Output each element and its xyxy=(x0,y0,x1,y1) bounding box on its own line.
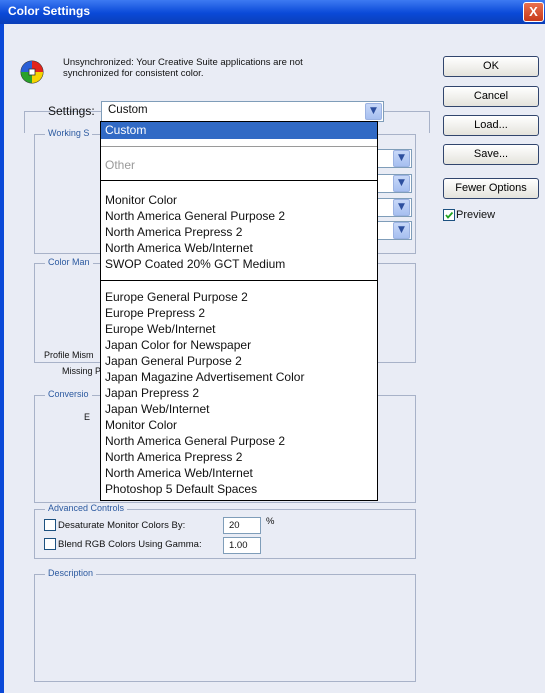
option-na-web-internet[interactable]: North America Web/Internet xyxy=(105,240,253,256)
sync-warning-line-2: synchronized for consistent color. xyxy=(63,68,204,79)
settings-label: Settings: xyxy=(48,104,95,118)
description-legend: Description xyxy=(45,568,97,578)
engine-label: E xyxy=(84,412,91,422)
option-japan-color-newspaper[interactable]: Japan Color for Newspaper xyxy=(105,337,251,353)
blend-gamma-input[interactable]: 1.00 xyxy=(223,537,261,554)
preview-label: Preview xyxy=(456,209,496,221)
ok-button[interactable]: OK xyxy=(443,56,539,77)
chevron-down-icon[interactable]: ▼ xyxy=(393,222,410,239)
color-settings-dialog: Color Settings X Unsynchronized: Your Cr… xyxy=(0,0,545,693)
option-monitor-color-2[interactable]: Monitor Color xyxy=(105,417,177,433)
dropdown-divider xyxy=(101,280,377,281)
option-japan-general-purpose-2[interactable]: Japan General Purpose 2 xyxy=(105,353,242,369)
description-group: Description xyxy=(34,568,416,682)
option-na-general-purpose-2[interactable]: North America General Purpose 2 xyxy=(105,208,285,224)
load-button[interactable]: Load... xyxy=(443,115,539,136)
option-other[interactable]: Other xyxy=(105,157,135,173)
desaturate-label: Desaturate Monitor Colors By: xyxy=(58,520,186,531)
chevron-down-icon[interactable]: ▼ xyxy=(393,199,410,216)
sync-warning-line-1: Unsynchronized: Your Creative Suite appl… xyxy=(63,57,303,68)
option-na-web-internet-b[interactable]: North America Web/Internet xyxy=(105,465,253,481)
desaturate-amount-input[interactable]: 20 xyxy=(223,517,261,534)
settings-dropdown[interactable]: Custom ▼ xyxy=(101,101,384,122)
advanced-controls-legend: Advanced Controls xyxy=(45,503,128,513)
desaturate-checkbox[interactable] xyxy=(44,519,56,531)
blend-gamma-label: Blend RGB Colors Using Gamma: xyxy=(58,539,202,550)
option-custom[interactable]: Custom xyxy=(105,122,146,138)
option-japan-web-internet[interactable]: Japan Web/Internet xyxy=(105,401,210,417)
option-europe-prepress-2[interactable]: Europe Prepress 2 xyxy=(105,305,205,321)
chevron-down-icon[interactable]: ▼ xyxy=(393,150,410,167)
option-na-general-purpose-2-b[interactable]: North America General Purpose 2 xyxy=(105,433,285,449)
cancel-button[interactable]: Cancel xyxy=(443,86,539,107)
percent-unit-label: % xyxy=(266,516,275,527)
close-button[interactable]: X xyxy=(523,2,544,22)
dropdown-divider xyxy=(101,180,377,181)
title-bar[interactable]: Color Settings X xyxy=(0,0,545,24)
color-wheel-icon xyxy=(20,60,44,84)
preview-checkbox[interactable] xyxy=(443,209,455,221)
option-na-prepress-2-b[interactable]: North America Prepress 2 xyxy=(105,449,242,465)
conversion-options-legend: Conversio xyxy=(45,389,92,399)
option-monitor-color[interactable]: Monitor Color xyxy=(105,192,177,208)
blend-gamma-checkbox[interactable] xyxy=(44,538,56,550)
profile-mismatches-label: Profile Mism xyxy=(44,350,94,360)
save-button[interactable]: Save... xyxy=(443,144,539,165)
checkmark-icon xyxy=(445,211,454,219)
option-swop-coated[interactable]: SWOP Coated 20% GCT Medium xyxy=(105,256,285,272)
dropdown-divider xyxy=(101,146,377,147)
option-europe-web-internet[interactable]: Europe Web/Internet xyxy=(105,321,216,337)
working-spaces-legend: Working S xyxy=(45,128,93,138)
chevron-down-icon[interactable]: ▼ xyxy=(365,103,382,120)
option-japan-magazine-ad-color[interactable]: Japan Magazine Advertisement Color xyxy=(105,369,304,385)
settings-dropdown-list[interactable]: Custom Other Monitor Color North America… xyxy=(100,121,378,501)
cmyk-space-dropdown[interactable]: ▼ xyxy=(376,174,412,193)
chevron-down-icon[interactable]: ▼ xyxy=(393,175,410,192)
option-photoshop-5-default[interactable]: Photoshop 5 Default Spaces xyxy=(105,481,257,497)
color-management-legend: Color Man xyxy=(45,257,93,267)
option-na-prepress-2[interactable]: North America Prepress 2 xyxy=(105,224,242,240)
sync-warning-text: Unsynchronized: Your Creative Suite appl… xyxy=(63,57,363,79)
fewer-options-button[interactable]: Fewer Options xyxy=(443,178,539,199)
spot-space-dropdown[interactable]: ▼ xyxy=(376,221,412,240)
window-title: Color Settings xyxy=(8,4,91,18)
option-japan-prepress-2[interactable]: Japan Prepress 2 xyxy=(105,385,199,401)
gray-space-dropdown[interactable]: ▼ xyxy=(376,198,412,217)
missing-profiles-label: Missing P xyxy=(62,366,102,376)
option-europe-general-purpose-2[interactable]: Europe General Purpose 2 xyxy=(105,289,248,305)
rgb-space-dropdown[interactable]: ▼ xyxy=(376,149,412,168)
settings-value: Custom xyxy=(108,104,148,116)
